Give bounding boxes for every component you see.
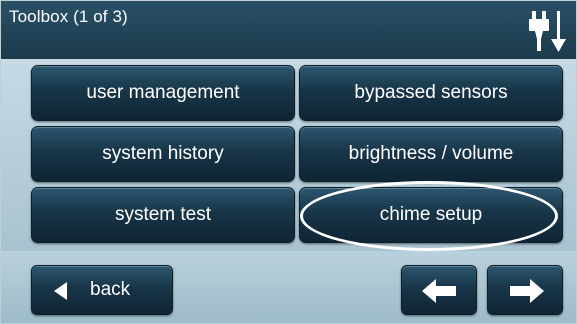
back-label: back [90,279,131,300]
user-management-label: user management [86,82,240,103]
system-test-label: system test [114,204,212,225]
system-test-button[interactable]: system test [31,187,295,243]
back-button[interactable]: back [31,265,173,315]
previous-page-button[interactable] [401,265,477,315]
bypassed-sensors-label: bypassed sensors [354,82,508,103]
back-arrow-icon [54,282,67,300]
bypassed-sensors-button[interactable]: bypassed sensors [299,65,563,121]
chime-setup-button[interactable]: chime setup [299,187,563,243]
arrow-left-icon [422,279,456,303]
page-title: Toolbox (1 of 3) [9,7,128,26]
arrow-right-icon [510,279,544,303]
next-page-button[interactable] [487,265,563,315]
brightness-volume-label: brightness / volume [348,143,514,164]
toolbox-screen: Toolbox (1 of 3) user management bypasse… [0,0,577,324]
brightness-volume-button[interactable]: brightness / volume [299,126,563,182]
chime-setup-label: chime setup [379,204,483,225]
power-plug-icon[interactable] [526,9,570,53]
header-bar: Toolbox (1 of 3) [1,1,576,59]
system-history-label: system history [102,143,224,164]
system-history-button[interactable]: system history [31,126,295,182]
user-management-button[interactable]: user management [31,65,295,121]
